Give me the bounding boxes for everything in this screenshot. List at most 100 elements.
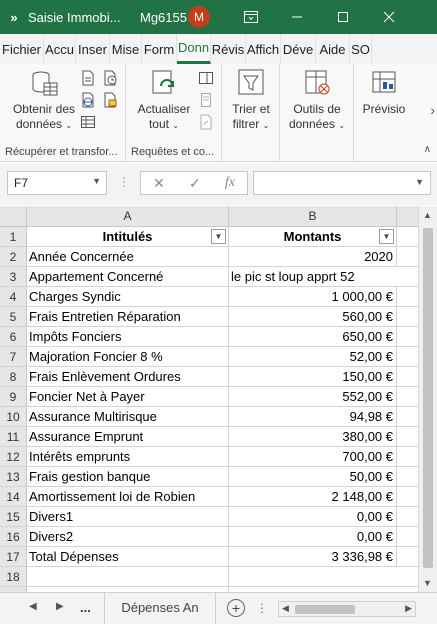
tab-0[interactable]: Fichier — [0, 34, 44, 64]
cell-b[interactable]: 380,00 € — [229, 427, 397, 447]
enter-icon[interactable]: ✓ — [189, 175, 201, 192]
tab-1[interactable]: Accu — [44, 34, 76, 64]
header-cell-intitules[interactable]: Intitulés ▼ — [27, 227, 229, 247]
tab-6[interactable]: Révis — [211, 34, 246, 64]
tab-9[interactable]: Aide — [316, 34, 350, 64]
recent-sources-icon[interactable] — [102, 70, 118, 86]
row-header[interactable]: 8 — [0, 367, 27, 387]
filter-dropdown-icon[interactable]: ▼ — [211, 229, 226, 244]
tab-10[interactable]: SO — [350, 34, 372, 64]
tab-4[interactable]: Form — [142, 34, 177, 64]
cell-a[interactable]: Frais gestion banque — [27, 467, 229, 487]
empty-cell[interactable] — [397, 467, 418, 487]
row-header[interactable]: 18 — [0, 567, 27, 587]
tab-2[interactable]: Inser — [76, 34, 110, 64]
row-header[interactable]: 3 — [0, 267, 27, 287]
cell-a[interactable]: Charges Syndic — [27, 287, 229, 307]
cell-a[interactable]: Frais Entretien Réparation — [27, 307, 229, 327]
empty-cell[interactable] — [397, 287, 418, 307]
close-button[interactable] — [366, 0, 412, 34]
empty-cell[interactable] — [397, 567, 418, 587]
column-header-b[interactable]: B — [229, 206, 397, 227]
vertical-scrollbar[interactable]: ▲ ▼ — [418, 206, 437, 592]
add-sheet-icon[interactable]: + — [227, 599, 245, 617]
name-box[interactable]: F7 ▼ — [7, 171, 107, 195]
collapse-ribbon-icon[interactable]: ∧ — [424, 144, 431, 155]
properties-icon[interactable] — [198, 92, 214, 108]
row-header[interactable]: 5 — [0, 307, 27, 327]
cell-a[interactable]: Impôts Fonciers — [27, 327, 229, 347]
empty-cell[interactable] — [397, 487, 418, 507]
cell-b[interactable]: 560,00 € — [229, 307, 397, 327]
horizontal-scroll-thumb[interactable] — [295, 605, 355, 614]
row-header[interactable]: 4 — [0, 287, 27, 307]
cell-b[interactable]: 650,00 € — [229, 327, 397, 347]
tab-3[interactable]: Mise — [110, 34, 142, 64]
from-web-icon[interactable] — [80, 92, 96, 108]
tab-7[interactable]: Affich — [246, 34, 281, 64]
row-header[interactable]: 10 — [0, 407, 27, 427]
cell-b[interactable] — [229, 567, 397, 587]
ribbon-scroll-right-icon[interactable]: › — [430, 102, 435, 118]
minimize-button[interactable] — [274, 0, 320, 34]
column-header-c[interactable] — [397, 206, 418, 227]
drag-handle-icon[interactable]: ⋮ — [118, 175, 130, 191]
row-header[interactable]: 13 — [0, 467, 27, 487]
row-header[interactable]: 2 — [0, 247, 27, 267]
cell-a[interactable]: Assurance Multirisque — [27, 407, 229, 427]
avatar[interactable]: M — [188, 6, 210, 28]
expand-formula-icon[interactable]: ▼ — [415, 177, 424, 187]
scroll-right-icon[interactable]: ▶ — [405, 603, 412, 614]
cell-a[interactable]: Amortissement loi de Robien — [27, 487, 229, 507]
row-header[interactable]: 7 — [0, 347, 27, 367]
empty-cell[interactable] — [397, 507, 418, 527]
empty-cell[interactable] — [397, 547, 418, 567]
sheet-next-icon[interactable]: ▶ — [56, 601, 64, 612]
cell-b[interactable]: 150,00 € — [229, 367, 397, 387]
maximize-button[interactable] — [320, 0, 366, 34]
data-tools-button[interactable]: Outils de données ⌄ — [284, 68, 350, 133]
cell-b[interactable]: 1 000,00 € — [229, 287, 397, 307]
scroll-left-icon[interactable]: ◀ — [282, 603, 289, 614]
insert-function-icon[interactable]: fx — [225, 175, 235, 191]
select-all-corner[interactable] — [0, 206, 27, 227]
cell-b[interactable]: 94,98 € — [229, 407, 397, 427]
cell-a[interactable]: Appartement Concerné — [27, 267, 229, 287]
sheet-prev-icon[interactable]: ◀ — [29, 601, 37, 612]
cell-b[interactable]: 52,00 € — [229, 347, 397, 367]
column-header-a[interactable]: A — [27, 206, 229, 227]
empty-cell[interactable] — [397, 327, 418, 347]
cell-b[interactable]: le pic st loup apprt 52 — [229, 267, 397, 287]
cell-b[interactable]: 2020 — [229, 247, 397, 267]
empty-cell[interactable] — [397, 447, 418, 467]
empty-cell[interactable] — [397, 347, 418, 367]
from-table-icon[interactable] — [80, 114, 96, 130]
queries-connections-icon[interactable] — [198, 70, 214, 86]
chevron-down-icon[interactable]: ▼ — [92, 176, 101, 186]
scroll-down-icon[interactable]: ▼ — [423, 578, 432, 588]
filter-dropdown-icon[interactable]: ▼ — [379, 229, 394, 244]
cell-a[interactable]: Assurance Emprunt — [27, 427, 229, 447]
empty-cell[interactable] — [397, 367, 418, 387]
cell-a[interactable]: Majoration Foncier 8 % — [27, 347, 229, 367]
chevron-right-icon[interactable]: » — [0, 10, 28, 25]
cell-a[interactable] — [27, 567, 229, 587]
empty-cell[interactable] — [397, 387, 418, 407]
tab-5[interactable]: Donn — [177, 34, 211, 64]
header-cell-montants[interactable]: Montants ▼ — [229, 227, 397, 247]
cell-a[interactable]: Année Concernée — [27, 247, 229, 267]
sort-filter-button[interactable]: Trier et filtrer ⌄ — [225, 68, 277, 133]
cell-a[interactable]: Intérêts emprunts — [27, 447, 229, 467]
empty-cell[interactable] — [397, 307, 418, 327]
scroll-up-icon[interactable]: ▲ — [423, 210, 432, 220]
tab-8[interactable]: Déve — [281, 34, 316, 64]
text-csv-icon[interactable] — [80, 70, 96, 86]
empty-cell[interactable] — [397, 247, 418, 267]
more-sheets-button[interactable]: ... — [80, 600, 91, 615]
empty-cell[interactable] — [397, 427, 418, 447]
sheet-tab-depenses[interactable]: Dépenses An — [104, 593, 216, 624]
row-header[interactable]: 14 — [0, 487, 27, 507]
cancel-icon[interactable]: ✕ — [153, 175, 165, 192]
cell-b[interactable]: 552,00 € — [229, 387, 397, 407]
row-header[interactable]: 1 — [0, 227, 27, 247]
